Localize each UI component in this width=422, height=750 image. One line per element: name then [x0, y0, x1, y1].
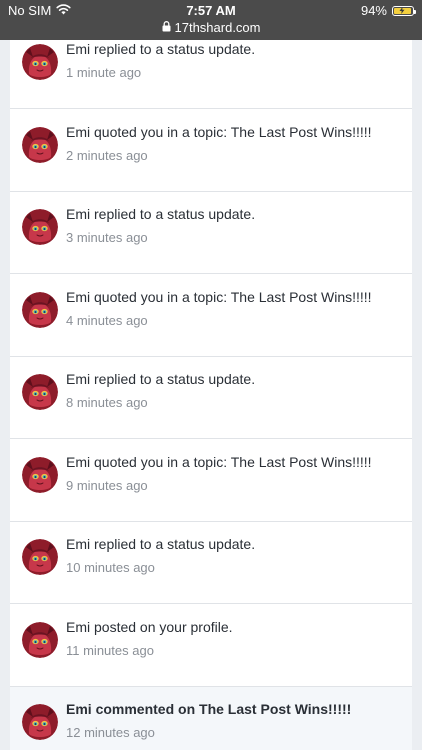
notification-time: 4 minutes ago: [66, 312, 148, 328]
notification-item[interactable]: Emi quoted you in a topic: The Last Post…: [10, 110, 412, 192]
notification-time: 9 minutes ago: [66, 477, 148, 493]
battery-group: 94%: [360, 3, 416, 18]
notification-text[interactable]: Emi quoted you in a topic: The Last Post…: [66, 289, 372, 305]
notification-item[interactable]: Emi replied to a status update. 10 minut…: [10, 522, 412, 604]
notification-time: 10 minutes ago: [66, 560, 155, 575]
notification-time: 3 minutes ago: [66, 230, 148, 245]
notifications-page[interactable]: Emi replied to a status update. 1 minute…: [0, 40, 422, 750]
lock-icon: [162, 20, 171, 35]
battery-level: [394, 7, 411, 14]
notification-item[interactable]: Emi quoted you in a topic: The Last Post…: [10, 440, 412, 522]
avatar[interactable]: [22, 126, 58, 163]
avatar[interactable]: [22, 44, 58, 80]
avatar[interactable]: [22, 704, 58, 740]
notification-text[interactable]: Emi replied to a status update.: [66, 371, 255, 387]
notification-text[interactable]: Emi commented on The Last Post Wins!!!!!: [66, 701, 351, 717]
notification-text[interactable]: Emi posted on your profile.: [66, 619, 233, 635]
notification-time: 11 minutes ago: [66, 642, 154, 658]
status-bar: No SIM 7:57 AM 17thshard.com 94%: [0, 0, 422, 40]
notification-text[interactable]: Emi replied to a status update.: [66, 206, 255, 222]
charging-bolt-icon: [399, 7, 405, 14]
notification-item[interactable]: Emi replied to a status update. 3 minute…: [10, 192, 412, 274]
address-bar[interactable]: 17thshard.com: [0, 20, 422, 35]
avatar[interactable]: [22, 209, 58, 245]
notification-item[interactable]: Emi commented on The Last Post Wins!!!!!…: [10, 687, 412, 750]
clock: 7:57 AM: [186, 3, 236, 18]
avatar[interactable]: [22, 374, 58, 410]
notification-item[interactable]: Emi quoted you in a topic: The Last Post…: [10, 275, 412, 357]
avatar[interactable]: [22, 291, 58, 328]
url-text: 17thshard.com: [174, 20, 261, 35]
notification-time: 12 minutes ago: [66, 725, 155, 740]
notification-item[interactable]: Emi posted on your profile. 11 minutes a…: [10, 605, 412, 687]
notification-item[interactable]: Emi replied to a status update. 1 minute…: [10, 40, 412, 109]
avatar[interactable]: [22, 456, 58, 493]
notification-time: 8 minutes ago: [66, 395, 148, 410]
notification-text[interactable]: Emi quoted you in a topic: The Last Post…: [66, 124, 372, 140]
notification-text[interactable]: Emi replied to a status update.: [66, 536, 255, 552]
notification-time: 1 minute ago: [66, 65, 142, 80]
notification-time: 2 minutes ago: [66, 147, 148, 163]
notification-text[interactable]: Emi replied to a status update.: [66, 41, 255, 57]
avatar[interactable]: [22, 621, 58, 658]
notification-item[interactable]: Emi replied to a status update. 8 minute…: [10, 357, 412, 439]
avatar[interactable]: [22, 539, 58, 575]
notifications-list: Emi replied to a status update. 1 minute…: [10, 40, 412, 750]
notification-text[interactable]: Emi quoted you in a topic: The Last Post…: [66, 454, 372, 470]
battery-percent: 94%: [360, 3, 387, 18]
battery-icon: [392, 5, 416, 16]
